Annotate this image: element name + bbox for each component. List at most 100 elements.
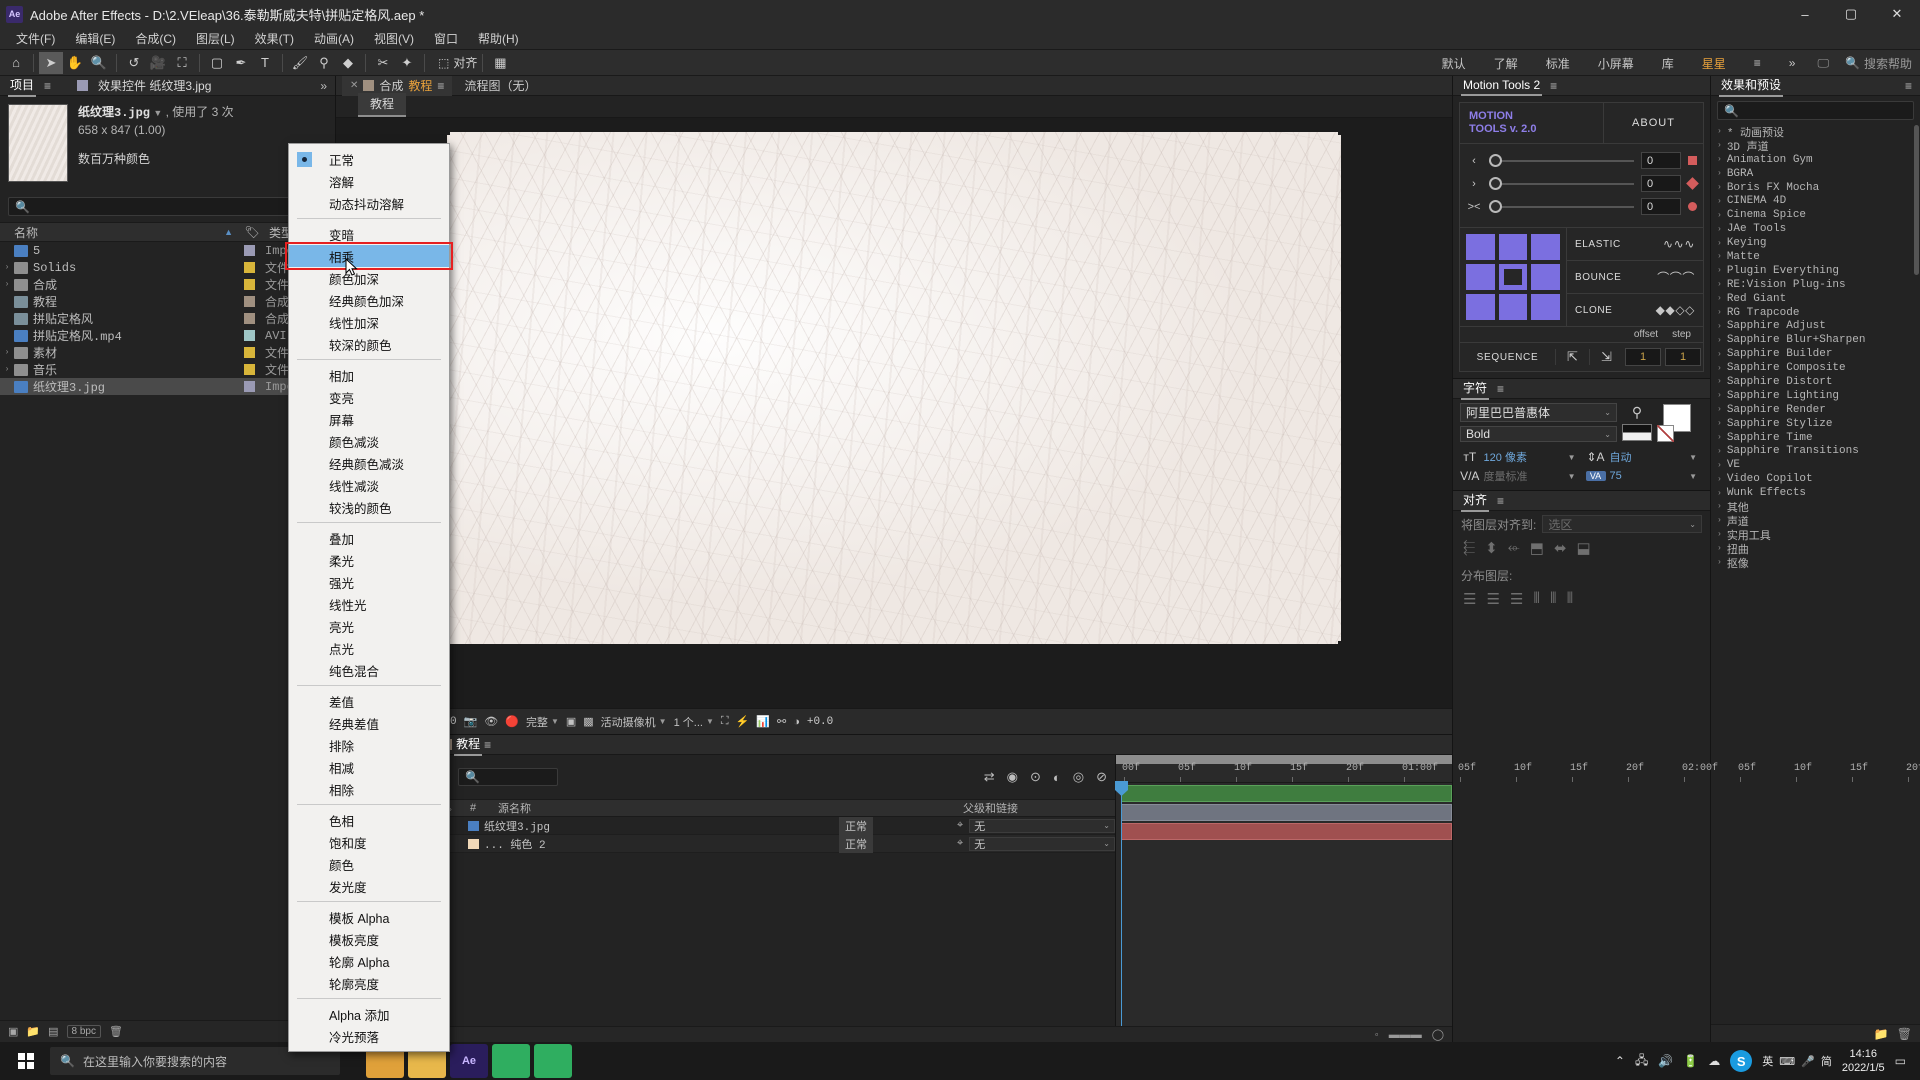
maximize-button[interactable]: ▢ [1828,0,1874,28]
blend-mode-item[interactable]: 柔光 [289,549,449,571]
close-button[interactable]: ✕ [1874,0,1920,28]
chevron-right-icon[interactable]: › [1717,558,1722,567]
timeline-ruler[interactable]: 00f05f10f15f20f01:00f05f10f15f20f02:00f0… [1116,755,1452,783]
chevron-right-icon[interactable]: › [1717,364,1722,373]
chevron-right-icon[interactable]: › [1717,197,1722,206]
distribute-middle-icon[interactable]: ☰ [1486,590,1499,608]
align-right-icon[interactable]: ⬰ [1508,539,1520,557]
align-top-icon[interactable]: ⬒ [1530,539,1544,557]
no-color-icon[interactable] [1657,425,1674,442]
effect-category-row[interactable]: ›其他 [1711,500,1920,514]
distribute-center-icon[interactable]: ⦀ [1550,590,1557,608]
anchor-cell-br[interactable] [1531,294,1560,320]
label-color-swatch[interactable] [244,381,255,392]
expand-arrow-icon[interactable]: › [0,280,14,289]
ime-indicator[interactable]: 英 ⌨ 🎤 简 [1762,1053,1832,1069]
taskbar-green-app2-icon[interactable] [534,1044,572,1078]
brainstorm-icon[interactable]: ⊘ [1096,769,1107,785]
motion-slider-track[interactable] [1489,183,1634,185]
chevron-right-icon[interactable]: › [1466,178,1482,190]
blend-mode-dropdown[interactable]: 正常溶解动态抖动溶解变暗相乘颜色加深经典颜色加深线性加深较深的颜色相加变亮屏幕颜… [288,143,450,1052]
taskbar-green-app-icon[interactable] [492,1044,530,1078]
camera-select[interactable]: 活动摄像机 ▼ [601,714,667,730]
effect-category-row[interactable]: ›Sapphire Adjust [1711,319,1920,333]
chevron-right-icon[interactable]: › [1717,322,1722,331]
menu-help[interactable]: 帮助(H) [468,28,529,49]
blend-mode-item[interactable]: 正常 [289,148,449,170]
parent-select[interactable]: 无⌄ [969,819,1115,833]
chevron-right-icon[interactable]: › [1717,141,1722,150]
flowchart-icon[interactable]: ⚯ [777,715,786,728]
close-icon[interactable]: ✕ [350,80,358,91]
align-middle-v-icon[interactable]: ⬌ [1554,539,1567,557]
zoom-slider[interactable]: ▬▬▬ [1389,1029,1422,1041]
tray-expand-icon[interactable]: ⌃ [1615,1054,1625,1068]
handle-br[interactable] [1338,641,1345,648]
menu-edit[interactable]: 编辑(E) [65,28,125,49]
step-input[interactable]: 1 [1665,348,1701,366]
motion-blur-icon[interactable]: ◐ [1053,770,1061,785]
menu-layer[interactable]: 图层(L) [186,28,245,49]
handle-tl[interactable] [443,128,450,135]
chevron-left-icon[interactable]: ‹ [1466,155,1482,167]
chevron-right-icon[interactable]: › [1717,502,1722,511]
tracking-control[interactable]: VA 75 ▼ [1586,470,1704,482]
motion-slider-value[interactable]: 0 [1641,175,1681,192]
motion-presets[interactable]: ELASTIC∿∿∿BOUNCE⌒⌒⌒CLONE◆◆◇◇ [1567,228,1703,326]
motion-slider-knob[interactable] [1489,154,1502,167]
blend-mode-item[interactable]: 颜色减淡 [289,430,449,452]
type-tool-icon[interactable]: T [253,52,277,74]
timeline-track-area[interactable]: 00f05f10f15f20f01:00f05f10f15f20f02:00f0… [1116,755,1452,1026]
timeline-icon[interactable]: 📊 [756,715,770,728]
column-name[interactable]: 名称 ▲ [0,224,239,241]
chevron-right-icon[interactable]: › [1717,461,1722,470]
project-search-input[interactable]: 🔍 [8,197,327,216]
notification-icon[interactable]: ▭ [1895,1054,1906,1068]
zoom-in-icon[interactable]: ◯ [1432,1028,1444,1041]
taskbar-clock[interactable]: 14:16 2022/1/5 [1842,1047,1885,1075]
sequence-mode-1-icon[interactable]: ⇱ [1555,349,1589,365]
chevron-right-icon[interactable]: › [1717,183,1722,192]
font-size-control[interactable]: ᴛT 120 像素 ▼ [1460,449,1582,465]
blend-mode-item[interactable]: 点光 [289,637,449,659]
layer-parent[interactable]: ⌖无⌄ [957,837,1115,851]
fast-preview-icon[interactable]: ⚡ [736,715,750,728]
chevron-right-icon[interactable]: › [1717,530,1722,539]
align-to-select[interactable]: 选区 ⌄ [1542,515,1702,533]
character-menu-icon[interactable]: ≡ [1497,382,1504,396]
layer-name[interactable]: ... 纯色 2 [458,836,839,852]
chevron-right-icon[interactable]: › [1717,239,1722,248]
clone-stamp-tool-icon[interactable]: ⚲ [312,52,336,74]
exposure-value[interactable]: +0.0 [807,716,833,728]
chevron-right-icon[interactable]: › [1717,419,1722,428]
layer-blend-mode[interactable]: 正常 [839,817,957,835]
workspace-learn[interactable]: 了解 [1480,50,1532,76]
label-color-swatch[interactable] [244,313,255,324]
track-bar-layer-1[interactable] [1121,804,1452,821]
workspace-menu-icon[interactable]: ≡ [1740,50,1775,76]
project-item-list[interactable]: 5Import›Solids文件夹›合成文件夹教程合成拼贴定格风合成拼贴定格风.… [0,242,335,1020]
motion-slider-knob[interactable] [1489,200,1502,213]
roto-brush-tool-icon[interactable]: ✂ [371,52,395,74]
blend-mode-item[interactable]: 变亮 [289,386,449,408]
tab-effects-presets[interactable]: 效果和预设 [1719,74,1783,97]
motion-tools-sliders[interactable]: ‹0›0><0 [1460,144,1703,228]
blend-mode-item[interactable]: 变暗 [289,223,449,245]
align-snapping-icon[interactable]: ⬚ [438,56,449,70]
taskbar-after-effects-icon[interactable]: Ae [450,1044,488,1078]
label-color-swatch[interactable] [244,296,255,307]
delete-icon[interactable]: 🗑 [1897,1027,1912,1041]
chevron-right-icon[interactable]: › [1717,377,1722,386]
effect-category-row[interactable]: ›RG Trapcode [1711,306,1920,320]
workspace-library[interactable]: 库 [1648,50,1688,76]
blend-mode-item[interactable]: 线性加深 [289,311,449,333]
anchor-cell-tc[interactable] [1499,234,1528,260]
battery-icon[interactable]: 🔋 [1683,1054,1698,1068]
chevron-right-icon[interactable]: › [1717,405,1722,414]
motion-slider-knob[interactable] [1489,177,1502,190]
parent-pickwhip-icon[interactable]: ⌖ [957,837,963,850]
label-color-swatch[interactable] [244,279,255,290]
expand-arrow-icon[interactable]: › [0,365,14,374]
blend-mode-item[interactable]: 动态抖动溶解 [289,192,449,214]
hide-shy-icon[interactable]: ⊙ [1030,769,1041,785]
